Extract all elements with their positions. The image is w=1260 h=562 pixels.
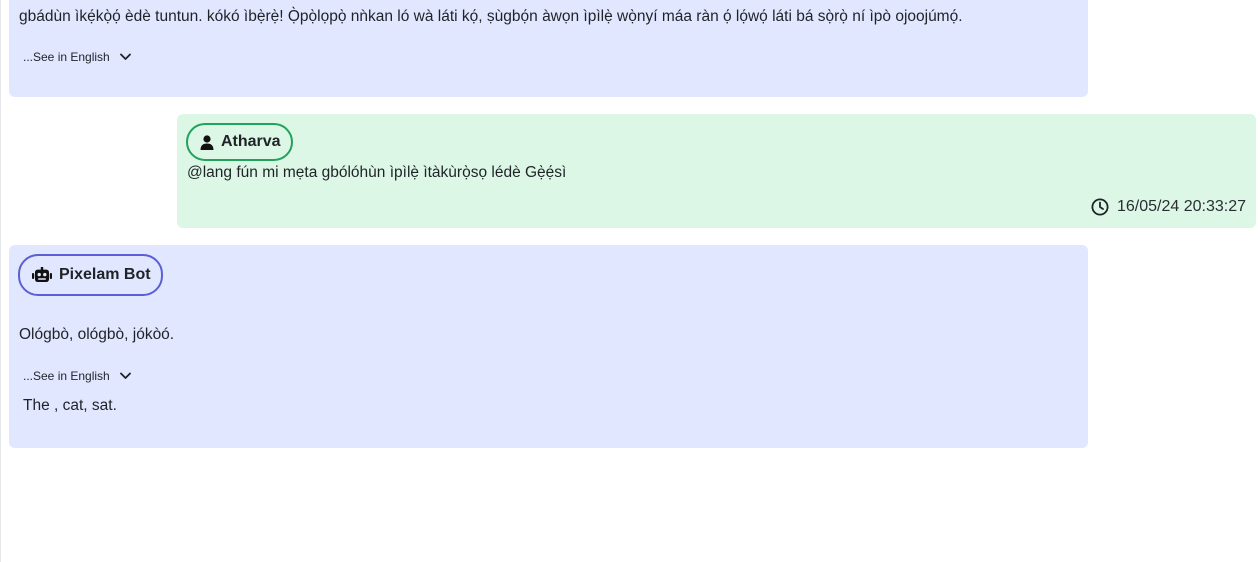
see-in-english-label: ...See in English (23, 50, 110, 64)
user-icon (200, 134, 214, 150)
clock-icon (1091, 198, 1109, 216)
robot-icon (32, 267, 52, 283)
message-timestamp: 16/05/24 20:33:27 (1091, 198, 1246, 216)
author-name: Pixelam Bot (59, 266, 151, 283)
left-divider (0, 0, 1, 562)
timestamp-text: 16/05/24 20:33:27 (1116, 198, 1246, 215)
message-text: gbádùn ìkẹ́kọ̀ọ́ èdè tuntun. kókó ìbẹ̀rẹ… (19, 8, 963, 25)
chat-page: gbádùn ìkẹ́kọ̀ọ́ èdè tuntun. kókó ìbẹ̀rẹ… (0, 0, 1260, 562)
author-badge[interactable]: Pixelam Bot (18, 254, 163, 296)
english-translation: The , cat, sat. (23, 397, 117, 414)
message-text: @lang fún mi mẹta gbólóhùn ìpìlẹ̀ ìtàkùr… (187, 164, 567, 181)
chevron-down-icon (119, 372, 131, 380)
bot-message: gbádùn ìkẹ́kọ̀ọ́ èdè tuntun. kókó ìbẹ̀rẹ… (9, 0, 1088, 97)
see-in-english-toggle[interactable]: ...See in English (23, 50, 131, 64)
author-name: Atharva (221, 133, 281, 150)
see-in-english-label: ...See in English (23, 369, 110, 383)
message-text: Ológbò, ológbò, jókòó. (19, 326, 175, 343)
author-badge[interactable]: Atharva (186, 123, 293, 161)
bot-message: Pixelam Bot Ológbò, ológbò, jókòó. ...Se… (9, 245, 1088, 448)
see-in-english-toggle[interactable]: ...See in English (23, 369, 131, 383)
user-message: Atharva @lang fún mi mẹta gbólóhùn ìpìlẹ… (177, 114, 1256, 228)
chevron-down-icon (119, 53, 131, 61)
